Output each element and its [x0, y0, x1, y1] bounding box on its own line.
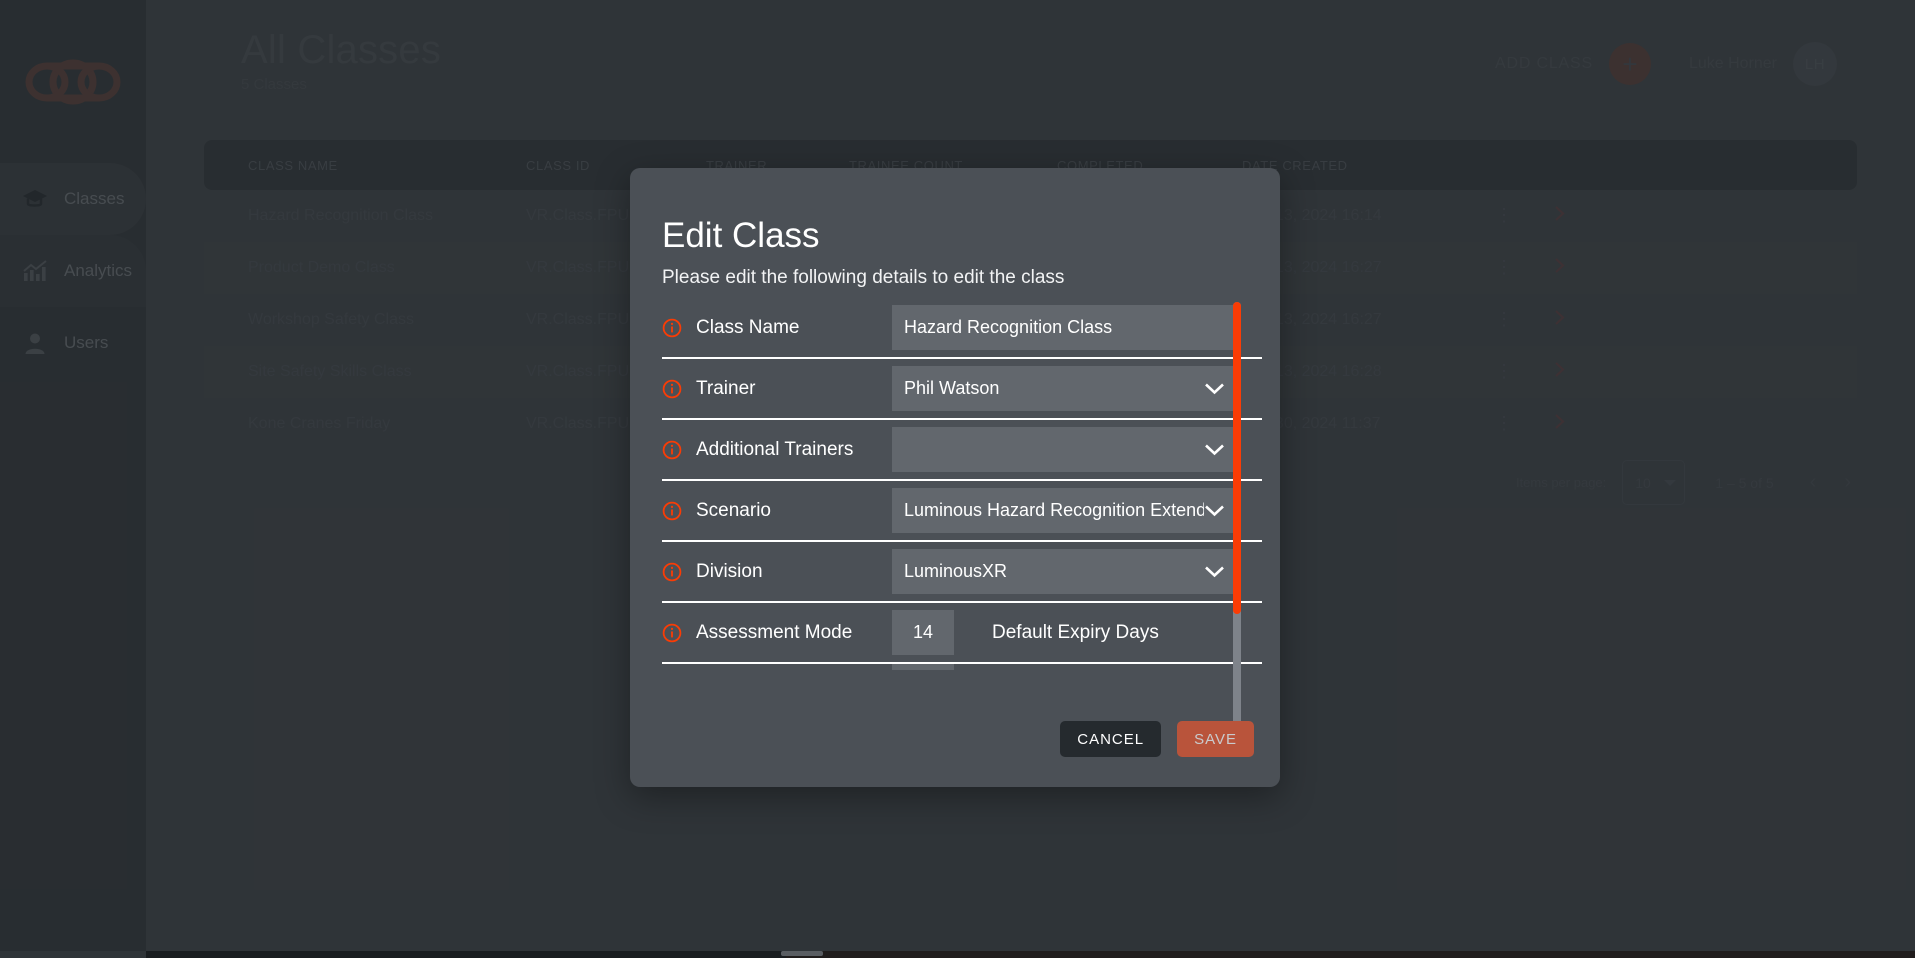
field-row-assessment-mode: Assessment Mode 14 Default Expiry Days: [662, 603, 1262, 664]
field-value: LuminousXR: [904, 561, 1007, 582]
class-name-input[interactable]: Hazard Recognition Class: [892, 305, 1237, 350]
form-scrollbar[interactable]: [1233, 302, 1241, 744]
form-scrollbar-thumb[interactable]: [1233, 302, 1241, 614]
field-label: Scenario: [696, 500, 892, 522]
field-row-division: Division LuminousXR: [662, 542, 1262, 603]
clipped-field-control[interactable]: [892, 664, 954, 670]
expiry-days-label: Default Expiry Days: [992, 622, 1159, 644]
info-icon[interactable]: [662, 318, 682, 338]
info-icon[interactable]: [662, 379, 682, 399]
info-icon[interactable]: [662, 501, 682, 521]
dialog-subtitle: Please edit the following details to edi…: [662, 267, 1064, 289]
field-value: Luminous Hazard Recognition Extended: [904, 500, 1204, 521]
field-label: Class Name: [696, 317, 892, 339]
dialog-form: Class Name Hazard Recognition Class Trai…: [662, 298, 1262, 670]
field-label: Division: [696, 561, 892, 583]
field-row-scenario: Scenario Luminous Hazard Recognition Ext…: [662, 481, 1262, 542]
field-row-trainer: Trainer Phil Watson: [662, 359, 1262, 420]
field-row-class-name: Class Name Hazard Recognition Class: [662, 298, 1262, 359]
save-button[interactable]: SAVE: [1177, 721, 1254, 757]
field-row-additional-trainers: Additional Trainers: [662, 420, 1262, 481]
info-icon[interactable]: [662, 562, 682, 582]
expiry-days-input[interactable]: 14: [892, 610, 954, 655]
info-icon[interactable]: [662, 623, 682, 643]
chevron-down-icon: [1204, 443, 1225, 456]
scenario-select[interactable]: Luminous Hazard Recognition Extended: [892, 488, 1237, 533]
info-icon[interactable]: [662, 440, 682, 460]
edit-class-dialog: Edit Class Please edit the following det…: [630, 168, 1280, 787]
chevron-down-icon: [1204, 382, 1225, 395]
field-row-clipped: [662, 664, 1262, 670]
field-label: Assessment Mode: [696, 622, 892, 644]
app-root: Classes Analytics: [0, 0, 1915, 958]
chevron-down-icon: [1204, 565, 1225, 578]
field-label: Additional Trainers: [696, 439, 892, 461]
field-value: 14: [913, 622, 933, 643]
chevron-down-icon: [1204, 504, 1225, 517]
dialog-actions: CANCEL SAVE: [1060, 721, 1254, 757]
dialog-title: Edit Class: [662, 216, 820, 256]
field-value: Phil Watson: [904, 378, 999, 399]
additional-trainers-select[interactable]: [892, 427, 1237, 472]
division-select[interactable]: LuminousXR: [892, 549, 1237, 594]
trainer-select[interactable]: Phil Watson: [892, 366, 1237, 411]
field-label: Trainer: [696, 378, 892, 400]
cancel-button[interactable]: CANCEL: [1060, 721, 1161, 757]
field-value: Hazard Recognition Class: [904, 317, 1112, 338]
